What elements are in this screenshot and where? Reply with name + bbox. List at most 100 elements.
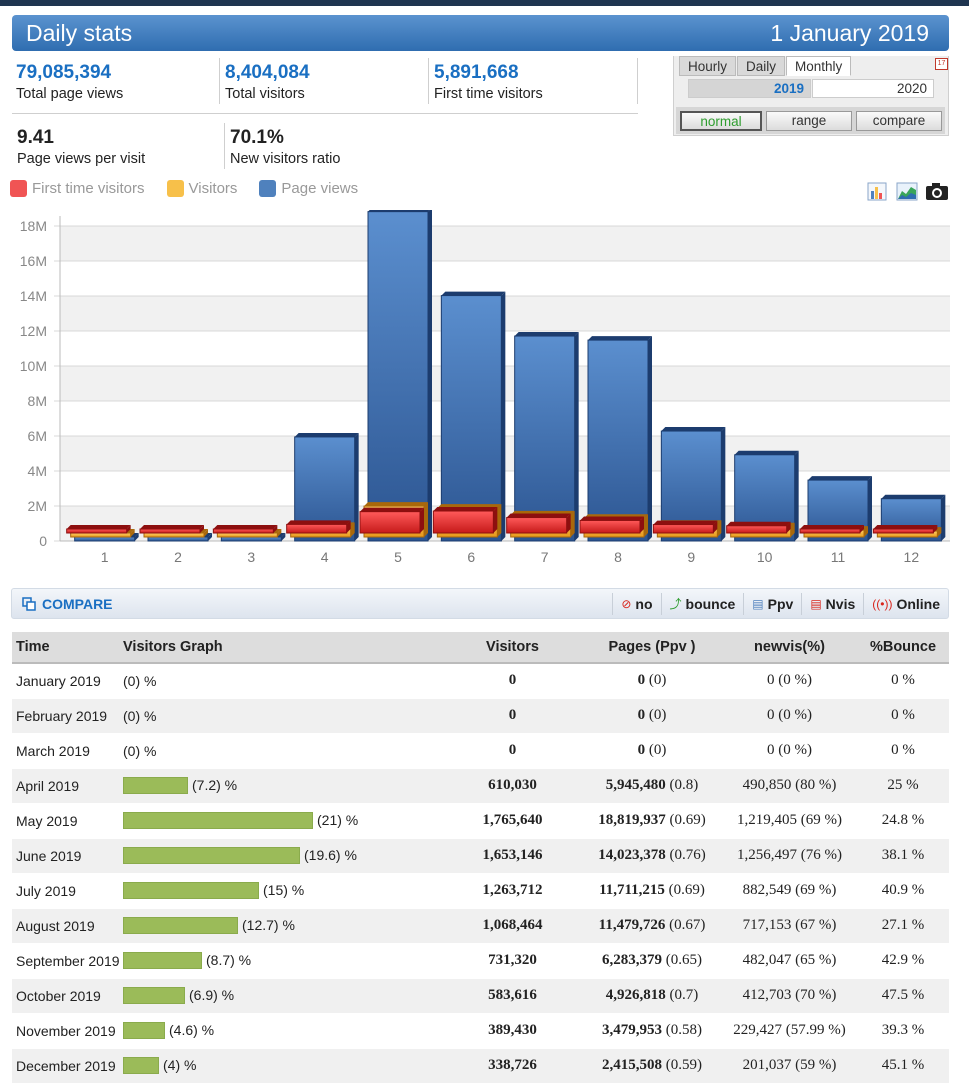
table-row[interactable]: September 2019 (8.7) % 731,320 6,283,379 (0… bbox=[12, 943, 949, 979]
tab-daily[interactable]: Daily bbox=[737, 56, 786, 76]
area-chart-icon[interactable] bbox=[895, 180, 918, 202]
bar-first-time-visitors bbox=[579, 519, 641, 534]
bar-visitors bbox=[70, 532, 132, 538]
pages-value: 3,479,953 bbox=[602, 1022, 662, 1038]
bar-side bbox=[501, 291, 506, 541]
bar-first-time-visitors bbox=[212, 528, 274, 534]
bar-side bbox=[868, 476, 872, 541]
divider bbox=[428, 58, 429, 104]
online-icon: ((•)) bbox=[872, 596, 893, 611]
legend-page-views[interactable]: Page views bbox=[259, 180, 358, 197]
legend-first-time-visitors[interactable]: First time visitors bbox=[10, 180, 145, 197]
stat-label: First time visitors bbox=[434, 86, 543, 102]
option-ppv[interactable]: ▤ Ppv bbox=[743, 592, 801, 615]
legend-visitors[interactable]: Visitors bbox=[166, 180, 237, 197]
cell-graph: (4) % bbox=[123, 1048, 443, 1084]
bar-side bbox=[574, 332, 579, 541]
bar-top bbox=[653, 520, 718, 525]
graph-percent: (12.7) % bbox=[242, 916, 295, 933]
table-row[interactable]: October 2019 (6.9) % 583,616 4,926,818 (0.7… bbox=[12, 978, 949, 1014]
x-tick-label: 9 bbox=[687, 549, 695, 565]
bar-side bbox=[428, 210, 432, 541]
divider bbox=[219, 58, 220, 104]
col-visitors[interactable]: Visitors bbox=[443, 632, 582, 664]
y-tick-label: 0 bbox=[39, 533, 47, 549]
visitors-value: 389,430 bbox=[488, 1022, 537, 1038]
tab-monthly[interactable]: Monthly bbox=[786, 56, 852, 76]
bar-top bbox=[661, 427, 726, 432]
tab-hourly[interactable]: Hourly bbox=[679, 56, 737, 76]
y-tick-label: 12M bbox=[20, 323, 47, 339]
cell-visitors: 610,030 bbox=[443, 768, 582, 804]
table-row[interactable]: February 2019 (0) % 0 0 (0) 0 (0 %) 0 % bbox=[12, 698, 949, 734]
x-tick-label: 5 bbox=[394, 549, 402, 565]
bar-side bbox=[354, 432, 359, 541]
compare-button[interactable]: COMPARE bbox=[22, 596, 113, 612]
bar-first-time-visitors bbox=[66, 528, 128, 534]
ppv-value: (0.8) bbox=[669, 777, 699, 793]
col-visitors-graph: Visitors Graph bbox=[123, 632, 443, 664]
pages-value: 11,479,726 bbox=[598, 917, 666, 933]
cell-bounce: 39.3 % bbox=[857, 1013, 949, 1049]
pages-value: 0 bbox=[637, 742, 646, 758]
cell-bounce: 0 % bbox=[857, 698, 949, 734]
ppv-value: (0) bbox=[648, 742, 667, 758]
mode-compare-button[interactable]: compare bbox=[856, 110, 942, 131]
cell-pages: 11,479,726 (0.67) bbox=[582, 908, 722, 944]
cell-time: May 2019 bbox=[12, 803, 123, 839]
option-no[interactable]: ⊘ no bbox=[612, 592, 660, 615]
table-row[interactable]: August 2019 (12.7) % 1,068,464 11,479,726 (… bbox=[12, 908, 949, 944]
cell-time: June 2019 bbox=[12, 838, 123, 874]
cell-newvis: 717,153 (67 %) bbox=[722, 908, 857, 944]
table-row[interactable]: March 2019 (0) % 0 0 (0) 0 (0 %) 0 % bbox=[12, 733, 949, 769]
bar-side bbox=[794, 450, 799, 541]
visitors-value: 1,263,712 bbox=[482, 882, 543, 898]
x-tick-label: 7 bbox=[541, 549, 549, 565]
bounce-icon: ⤴ bbox=[669, 597, 682, 611]
graph-percent: (4.6) % bbox=[169, 1021, 215, 1038]
col-time[interactable]: Time bbox=[12, 632, 123, 664]
year-next[interactable]: 2020 bbox=[812, 79, 934, 98]
visitors-graph-bar bbox=[123, 952, 202, 970]
bar-side bbox=[424, 502, 428, 537]
current-date: 1 January 2019 bbox=[770, 19, 929, 46]
col-bounce[interactable]: %Bounce bbox=[857, 632, 949, 664]
option-nvis[interactable]: ▤ Nvis bbox=[801, 592, 863, 615]
year-selected[interactable]: 2019 bbox=[688, 79, 811, 98]
cell-time: December 2019 bbox=[12, 1048, 123, 1084]
mode-range-button[interactable]: range bbox=[766, 110, 852, 131]
y-tick-label: 18M bbox=[20, 218, 47, 234]
camera-icon[interactable] bbox=[925, 180, 948, 202]
legend-label: First time visitors bbox=[32, 180, 145, 197]
x-tick-label: 10 bbox=[757, 549, 773, 565]
mode-normal-button[interactable]: normal bbox=[680, 110, 762, 131]
bar-chart-icon[interactable] bbox=[865, 180, 888, 202]
bar-top bbox=[588, 336, 652, 341]
table-row[interactable]: June 2019 (19.6) % 1,653,146 14,023,378 (0.… bbox=[12, 838, 949, 874]
table-row[interactable]: May 2019 (21) % 1,765,640 18,819,937 (0.69)… bbox=[12, 803, 949, 839]
table-row[interactable]: July 2019 (15) % 1,263,712 11,711,215 (0.69… bbox=[12, 873, 949, 909]
cell-visitors: 389,430 bbox=[443, 1013, 582, 1049]
divider bbox=[224, 123, 225, 169]
cell-time: October 2019 bbox=[12, 978, 123, 1014]
table-row[interactable]: January 2019 (0) % 0 0 (0) 0 (0 %) 0 % bbox=[12, 663, 949, 699]
cell-visitors: 338,726 bbox=[443, 1048, 582, 1084]
option-bounce[interactable]: ⤴ bounce bbox=[660, 592, 744, 615]
bar-top bbox=[506, 513, 571, 518]
option-online[interactable]: ((•)) Online bbox=[863, 592, 948, 615]
cell-time: July 2019 bbox=[12, 873, 123, 909]
table-row[interactable]: December 2019 (4) % 338,726 2,415,508 (0.59… bbox=[12, 1048, 949, 1084]
cell-bounce: 42.9 % bbox=[857, 943, 949, 979]
period-tabs: Hourly Daily Monthly bbox=[679, 56, 852, 76]
col-newvis[interactable]: newvis(%) bbox=[722, 632, 857, 664]
table-row[interactable]: November 2019 (4.6) % 389,430 3,479,953 (0.… bbox=[12, 1013, 949, 1049]
calendar-icon[interactable]: 17 bbox=[935, 58, 948, 70]
bar-page-views bbox=[587, 339, 649, 542]
cell-graph: (6.9) % bbox=[123, 978, 443, 1014]
table-row[interactable]: April 2019 (7.2) % 610,030 5,945,480 (0.8) 4… bbox=[12, 768, 949, 804]
pages-value: 6,283,379 bbox=[602, 952, 662, 968]
cell-pages: 0 (0) bbox=[582, 698, 722, 734]
ppv-value: (0.76) bbox=[669, 847, 706, 863]
pages-value: 2,415,508 bbox=[602, 1057, 662, 1073]
col-pages[interactable]: Pages (Ppv ) bbox=[582, 632, 722, 664]
